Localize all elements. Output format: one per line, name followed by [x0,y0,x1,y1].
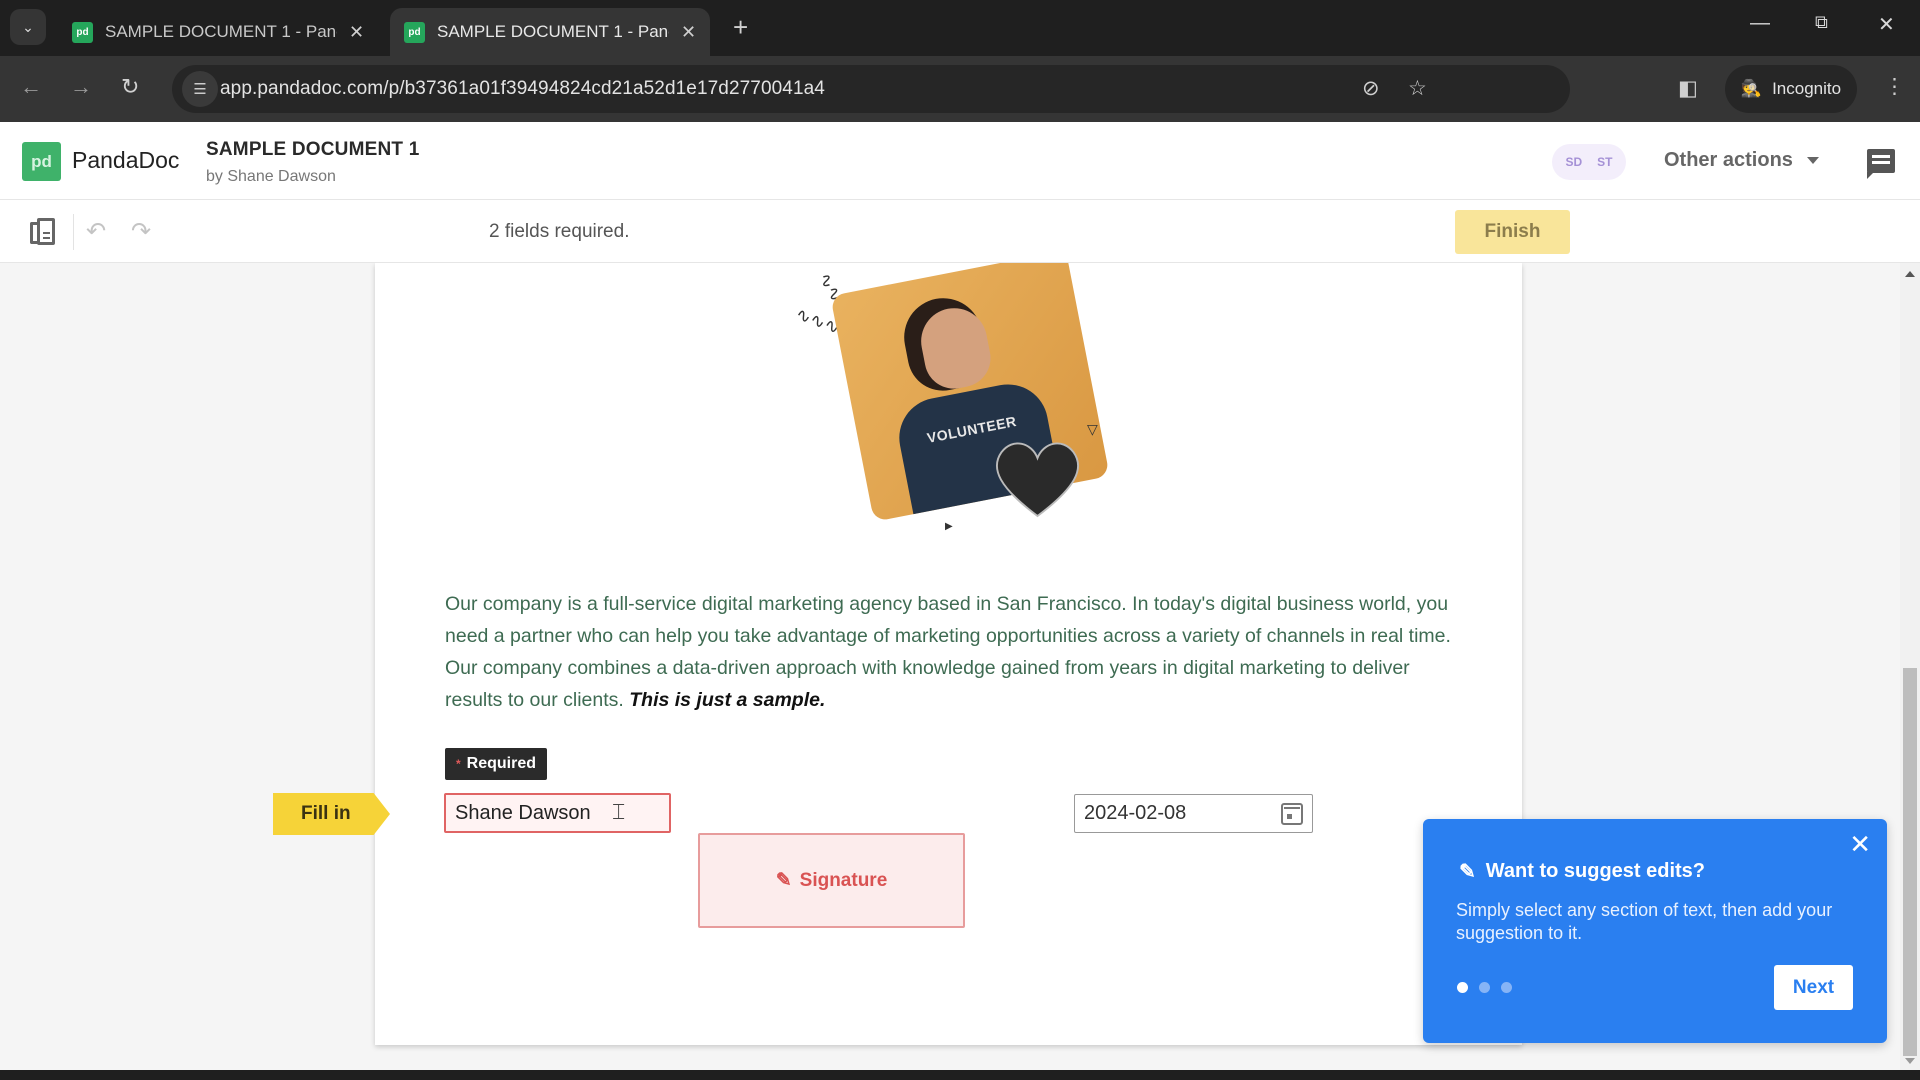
kebab-menu-icon[interactable]: ⋮ [1884,74,1905,99]
new-tab-button[interactable]: + [733,12,748,43]
document-toolbar: ↶ ↷ 2 fields required. Finish [0,200,1920,263]
browser-tab-bar: ⌄ pd SAMPLE DOCUMENT 1 - PandaDoc ✕ pd S… [0,0,1920,56]
document-page: ∿∿ ∿∿∿ VOLUNTEER ▽ ▶ Our company is a fu… [375,263,1522,1045]
redo-icon[interactable]: ↷ [131,217,151,246]
tooltip-title: ✎ Want to suggest edits? [1459,860,1706,883]
undo-icon[interactable]: ↶ [86,217,106,246]
taskbar-strip [0,1070,1920,1080]
tab-title: SAMPLE DOCUMENT 1 - PandaDoc [105,22,337,41]
app-header: pd PandaDoc SAMPLE DOCUMENT 1 by Shane D… [0,122,1920,200]
restore-icon[interactable]: ⧉ [1815,12,1828,33]
date-value: 2024-02-08 [1084,802,1187,824]
toolbar-divider [73,214,74,250]
avatar: SD [1565,155,1583,169]
text-cursor-icon: ⌶ [612,799,626,824]
calendar-icon[interactable] [1281,802,1303,825]
reload-icon[interactable]: ↻ [121,74,139,100]
forward-arrow-icon[interactable]: → [70,74,92,100]
incognito-icon: 🕵 [1740,79,1763,98]
step-dot [1479,982,1490,993]
close-tab-icon[interactable]: ✕ [349,22,364,43]
site-info-icon[interactable]: ☰ [182,71,218,107]
tooltip-body: Simply select any section of text, then … [1456,900,1833,943]
document-author: by Shane Dawson [206,168,336,185]
close-icon[interactable]: ✕ [1849,829,1871,860]
next-button[interactable]: Next [1774,965,1853,1010]
scrollbar-thumb[interactable] [1903,668,1917,1056]
url-text[interactable]: app.pandadoc.com/p/b37361a01f39494824cd2… [220,78,825,100]
vertical-scrollbar[interactable] [1900,263,1920,1070]
pages-icon[interactable] [30,218,56,246]
other-actions-label: Other actions [1664,149,1793,171]
browser-tab-active[interactable]: pd SAMPLE DOCUMENT 1 - PandaDoc ✕ [390,8,711,56]
fill-in-marker[interactable]: Fill in [273,793,390,835]
step-dot [1501,982,1512,993]
heart-icon [996,442,1079,518]
eye-off-icon[interactable]: ⊘ [1362,76,1380,101]
scroll-down-arrow-icon[interactable] [1905,1058,1915,1064]
minimize-icon[interactable]: — [1750,12,1770,35]
address-bar[interactable]: ☰ app.pandadoc.com/p/b37361a01f39494824c… [172,65,1570,113]
recipients-avatars[interactable]: SD ST [1552,144,1626,180]
incognito-label: Incognito [1772,79,1842,98]
step-indicator [1457,982,1512,993]
scroll-up-arrow-icon[interactable] [1905,271,1915,277]
sample-emphasis: This is just a sample. [629,689,826,711]
pen-icon: ✎ [775,870,792,891]
document-title: SAMPLE DOCUMENT 1 [206,139,420,160]
finish-button[interactable]: Finish [1455,210,1570,254]
suggest-edits-tooltip: ✕ ✎ Want to suggest edits? Simply select… [1423,819,1887,1043]
tab-search-button[interactable]: ⌄ [10,9,46,45]
avatar: ST [1597,155,1613,169]
pandadoc-logo-icon: pd [22,142,61,181]
side-panel-icon[interactable]: ◧ [1678,76,1698,101]
back-arrow-icon[interactable]: ← [20,74,42,100]
pencil-icon: ✎ [1459,861,1476,883]
pandadoc-favicon-icon: pd [72,21,93,43]
close-window-icon[interactable]: ✕ [1878,12,1895,37]
incognito-indicator[interactable]: 🕵 Incognito [1725,65,1857,113]
step-dot-active [1457,982,1468,993]
browser-toolbar: ← → ↻ ☰ app.pandadoc.com/p/b37361a01f394… [0,56,1920,122]
fields-required-status: 2 fields required. [489,221,630,242]
tab-title: SAMPLE DOCUMENT 1 - PandaDoc [437,22,669,41]
chevron-down-icon: ⌄ [22,18,34,35]
star-icon[interactable]: ☆ [1408,76,1427,101]
logo-text: PandaDoc [72,147,180,173]
triangle-decoration-icon: ▶ [945,521,953,532]
other-actions-dropdown[interactable]: Other actions [1664,149,1819,172]
required-tag: * Required [445,748,548,780]
triangle-decoration-icon: ▽ [1087,421,1098,437]
comments-icon[interactable] [1867,149,1895,179]
browser-tab[interactable]: pd SAMPLE DOCUMENT 1 - PandaDoc ✕ [58,8,378,56]
date-field[interactable]: 2024-02-08 [1074,794,1313,833]
volunteer-photo: ∿∿ ∿∿∿ VOLUNTEER ▽ ▶ [793,263,1115,553]
close-tab-icon[interactable]: ✕ [681,22,696,43]
caret-down-icon [1806,157,1819,164]
asterisk-icon: * [456,757,461,771]
signature-field[interactable]: ✎ Signature [698,833,965,928]
name-field[interactable] [444,793,671,833]
signature-label: Signature [799,869,888,891]
pandadoc-favicon-icon: pd [404,21,425,43]
intro-paragraph: Our company is a full-service digital ma… [445,593,1451,711]
